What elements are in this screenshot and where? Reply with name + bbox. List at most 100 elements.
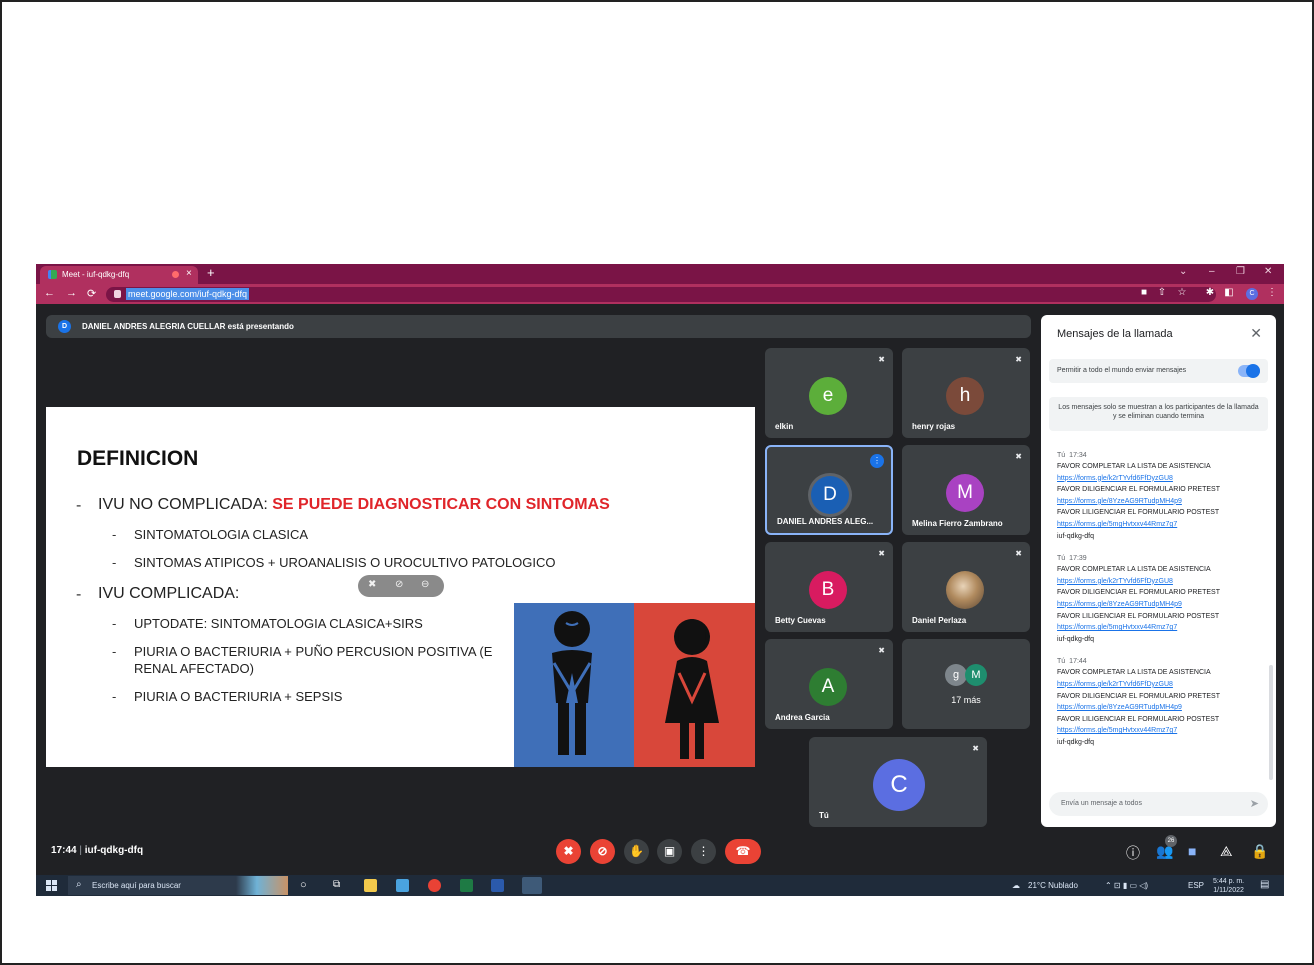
restroom-illustration — [514, 603, 755, 767]
tab-close-button[interactable]: × — [186, 268, 192, 279]
language-indicator[interactable]: ESP — [1188, 881, 1204, 890]
avatar: M — [946, 474, 984, 512]
participant-tile[interactable]: ✖ e elkin — [765, 348, 893, 438]
message-link[interactable]: https://forms.gle/k2rTYvfd6FfDyzGU8 — [1057, 576, 1267, 588]
chrome-active-icon[interactable] — [522, 877, 542, 894]
message-link[interactable]: https://forms.gle/k2rTYvfd6FfDyzGU8 — [1057, 473, 1267, 485]
sidepanel-icon[interactable]: ◧ — [1224, 288, 1234, 298]
word-icon[interactable] — [491, 879, 504, 892]
participant-tile[interactable]: ✖ A Andrea Garcia — [765, 639, 893, 729]
message-text: FAVOR LILIGENCIAR EL FORMULARIO POSTEST — [1057, 715, 1220, 723]
address-bar: ← → ⟳ meet.google.com/iuf-qdkg-dfq ■ ⇧ ☆… — [36, 284, 1284, 304]
slide-line-5: UPTODATE: SINTOMATOLOGIA CLASICA+SIRS — [134, 616, 423, 631]
avatar: B — [809, 571, 847, 609]
system-clock[interactable]: 5:44 p. m. 1/11/2022 — [1213, 877, 1244, 895]
bullet-dash: - — [76, 497, 82, 514]
forward-icon[interactable]: → — [66, 287, 77, 299]
participant-tile[interactable]: ✖ B Betty Cuevas — [765, 542, 893, 632]
camera-toggle-button[interactable]: ⊘ — [590, 839, 615, 864]
leave-call-button[interactable]: ☎ — [725, 839, 761, 864]
notifications-icon[interactable]: ▤ — [1260, 879, 1269, 890]
timestamp: 17:34 — [1069, 452, 1087, 459]
tab-search-icon[interactable]: ⌄ — [1179, 266, 1187, 277]
participant-tile-presenter[interactable]: ⋮ D DANIEL ANDRES ALEG... — [765, 445, 893, 535]
permission-toggle[interactable] — [1238, 364, 1260, 378]
recording-dot-icon — [172, 271, 179, 278]
presentation-slide: DEFINICION - IVU NO COMPLICADA: SE PUEDE… — [46, 407, 755, 767]
chat-icon[interactable]: ■ — [1188, 843, 1196, 859]
more-options-button[interactable]: ⋮ — [691, 839, 716, 864]
share-icon[interactable]: ⇧ — [1157, 288, 1167, 298]
stop-presenting-icon[interactable]: ⊖ — [421, 579, 429, 590]
message-text: FAVOR LILIGENCIAR EL FORMULARIO POSTEST — [1057, 612, 1220, 620]
weather-icon[interactable]: ☁ — [1012, 881, 1020, 890]
more-participants-tile[interactable]: g M 17 más — [902, 639, 1030, 729]
mic-muted-icon: ✖ — [1015, 549, 1022, 558]
message-link[interactable]: https://forms.gle/5mgHvtxxv44Rmz7g7 — [1057, 519, 1267, 531]
minimize-button[interactable]: – — [1209, 266, 1215, 277]
message-text: FAVOR COMPLETAR LA LISTA DE ASISTENCIA — [1057, 463, 1211, 470]
mic-off-icon[interactable]: ✖ — [368, 579, 376, 590]
participant-name: Daniel Perlaza — [912, 616, 967, 625]
participant-name: Melina Fierro Zambrano — [912, 519, 1003, 528]
tab-meet[interactable]: Meet - iuf-qdkg-dfq × — [40, 266, 198, 284]
participant-tile[interactable]: ✖ M Melina Fierro Zambrano — [902, 445, 1030, 535]
weather-text[interactable]: 21°C Nublado — [1028, 881, 1078, 890]
windows-taskbar: ⌕ Escribe aquí para buscar ○ ⧉ ☁ 21°C Nu… — [36, 875, 1284, 896]
bullet-dash: - — [112, 616, 117, 631]
camera-icon[interactable]: ■ — [1139, 288, 1149, 298]
mic-toggle-button[interactable]: ✖ — [556, 839, 581, 864]
participant-tile[interactable]: ✖ h henry rojas — [902, 348, 1030, 438]
restore-button[interactable]: ❐ — [1236, 266, 1245, 277]
message-link[interactable]: https://forms.gle/k2rTYvfd6FfDyzGU8 — [1057, 679, 1267, 691]
profile-avatar[interactable]: C — [1246, 288, 1258, 300]
mic-muted-icon: ✖ — [1015, 355, 1022, 364]
send-icon[interactable]: ➤ — [1250, 797, 1259, 810]
url-input[interactable]: meet.google.com/iuf-qdkg-dfq — [106, 287, 1216, 302]
taskbar-search-input[interactable]: ⌕ Escribe aquí para buscar — [68, 876, 288, 895]
new-tab-button[interactable]: + — [207, 265, 215, 280]
message-text: iuf-qdkg-dfq — [1057, 738, 1094, 746]
avatar: C — [873, 759, 925, 811]
slide-line-3: SINTOMAS ATIPICOS + UROANALISIS O UROCUL… — [134, 555, 556, 570]
message-text: FAVOR LILIGENCIAR EL FORMULARIO POSTEST — [1057, 509, 1220, 517]
message-link[interactable]: https://forms.gle/8YzeAG9RTudpMH4p9 — [1057, 496, 1267, 508]
message-link[interactable]: https://forms.gle/8YzeAG9RTudpMH4p9 — [1057, 702, 1267, 714]
tray-icons[interactable]: ⌃ ⊡ ▮ ▭ ◁) — [1105, 881, 1148, 890]
message-link[interactable]: https://forms.gle/5mgHvtxxv44Rmz7g7 — [1057, 622, 1267, 634]
message-input[interactable]: Envía un mensaje a todos ➤ — [1049, 792, 1268, 816]
bullet-dash: - — [112, 527, 117, 542]
close-window-button[interactable]: ✕ — [1264, 266, 1272, 277]
message-text: FAVOR DILIGENCIAR EL FORMULARIO PRETEST — [1057, 486, 1220, 494]
reload-icon[interactable]: ⟳ — [87, 287, 96, 300]
menu-icon[interactable]: ⋮ — [1267, 288, 1277, 298]
message-link[interactable]: https://forms.gle/8YzeAG9RTudpMH4p9 — [1057, 599, 1267, 611]
excel-icon[interactable] — [460, 879, 473, 892]
windows-start-icon[interactable] — [46, 880, 57, 891]
info-icon[interactable]: ⓘ — [1126, 843, 1140, 863]
cortana-icon[interactable]: ○ — [300, 879, 313, 892]
chrome-icon[interactable] — [428, 879, 441, 892]
back-icon[interactable]: ← — [44, 287, 55, 299]
participant-name: Andrea Garcia — [775, 713, 830, 722]
raise-hand-button[interactable]: ✋ — [624, 839, 649, 864]
chat-scrollbar[interactable] — [1269, 665, 1273, 780]
host-controls-icon[interactable]: 🔒 — [1251, 843, 1268, 860]
task-view-icon[interactable]: ⧉ — [333, 879, 346, 892]
store-icon[interactable] — [396, 879, 409, 892]
permission-label: Permitir a todo el mundo enviar mensajes — [1057, 367, 1187, 374]
message: Tú 17:34 FAVOR COMPLETAR LA LISTA DE ASIS… — [1057, 452, 1267, 542]
self-tile[interactable]: ✖ C Tú — [809, 737, 987, 827]
pointer-off-icon[interactable]: ⊘ — [395, 579, 403, 590]
file-explorer-icon[interactable] — [364, 879, 377, 892]
close-icon[interactable]: ✕ — [1250, 325, 1262, 342]
bookmark-star-icon[interactable]: ☆ — [1177, 288, 1187, 298]
url-text[interactable]: meet.google.com/iuf-qdkg-dfq — [126, 288, 250, 300]
present-button[interactable]: ▣ — [657, 839, 682, 864]
participant-tile[interactable]: ✖ Daniel Perlaza — [902, 542, 1030, 632]
message-link[interactable]: https://forms.gle/5mgHvtxxv44Rmz7g7 — [1057, 725, 1267, 737]
tab-title: Meet - iuf-qdkg-dfq — [62, 270, 130, 279]
activities-icon[interactable]: ⟁ — [1220, 843, 1233, 860]
clock-time: 5:44 p. m. — [1213, 878, 1245, 885]
extensions-icon[interactable]: ✱ — [1205, 288, 1215, 298]
